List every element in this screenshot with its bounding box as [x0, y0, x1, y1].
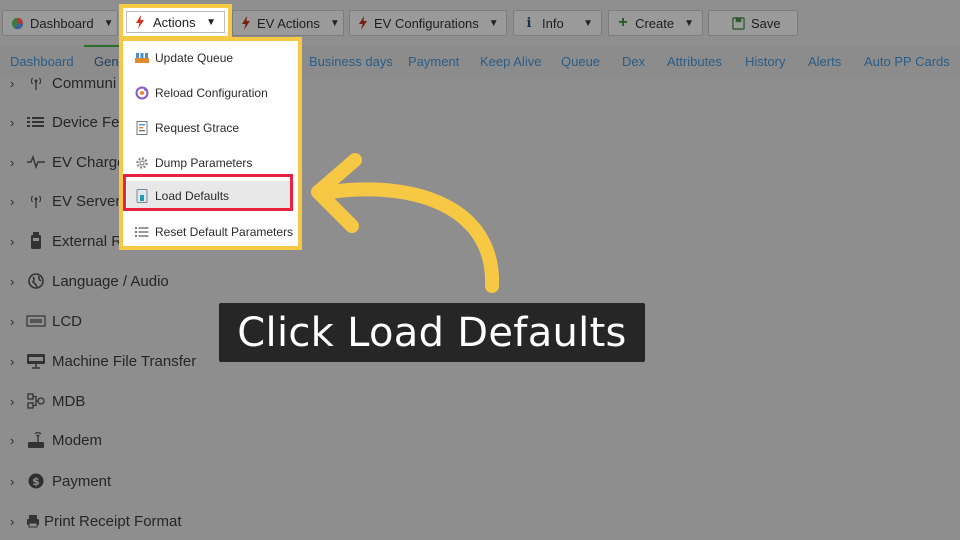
- instruction-callout: Click Load Defaults: [219, 303, 645, 362]
- pointer-arrow: [311, 153, 500, 293]
